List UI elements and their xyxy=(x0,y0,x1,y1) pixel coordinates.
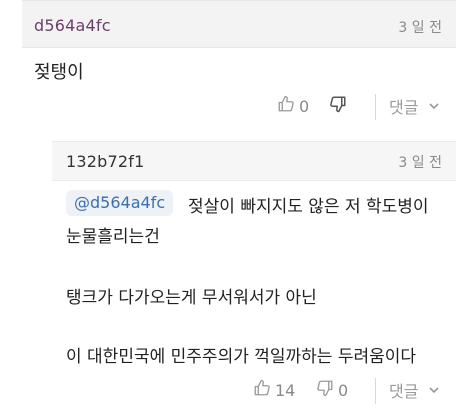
thumb-down-icon xyxy=(329,95,347,117)
reply-text-line: 탱크가 다가오는게 무서워서가 아닌 xyxy=(66,288,317,308)
chevron-down-icon xyxy=(428,381,440,400)
comment-time: 3 일 전 xyxy=(398,20,442,36)
comment-header: d564a4fc 3 일 전 xyxy=(22,0,456,48)
comment-time: 3 일 전 xyxy=(398,155,442,171)
reply-header: 132b72f1 3 일 전 xyxy=(52,141,456,181)
dislike-count: 0 xyxy=(338,380,349,400)
reply-button[interactable]: 댓글 xyxy=(389,377,440,403)
reply-text-line: 이 대한민국에 민주주의가 꺽일까하는 두려움이다 xyxy=(66,347,417,367)
divider xyxy=(375,94,376,120)
reply-text-line: 젖살이 빠지지도 않은 저 학도병이 xyxy=(188,197,429,217)
dislike-button[interactable] xyxy=(329,93,347,119)
reply-label: 댓글 xyxy=(389,98,419,117)
comment-author[interactable]: 132b72f1 xyxy=(66,152,144,171)
dislike-button[interactable]: 0 xyxy=(316,377,348,403)
thumb-up-icon xyxy=(277,95,295,117)
reply-button[interactable]: 댓글 xyxy=(389,93,440,119)
mention-tag[interactable]: @d564a4fc xyxy=(66,190,174,216)
thumb-up-icon xyxy=(253,379,271,401)
chevron-down-icon xyxy=(428,97,440,116)
reply-label: 댓글 xyxy=(389,382,419,401)
like-count: 0 xyxy=(299,96,310,116)
like-button[interactable]: 14 xyxy=(253,377,295,403)
comment-author[interactable]: d564a4fc xyxy=(34,16,111,35)
reply-text-line: 눈물흘리는건 xyxy=(66,227,160,247)
comment-text: 젖탱이 xyxy=(34,62,84,83)
like-count: 14 xyxy=(275,380,296,400)
like-button[interactable]: 0 xyxy=(277,93,309,119)
thumb-down-icon xyxy=(316,379,334,401)
divider xyxy=(375,378,376,404)
